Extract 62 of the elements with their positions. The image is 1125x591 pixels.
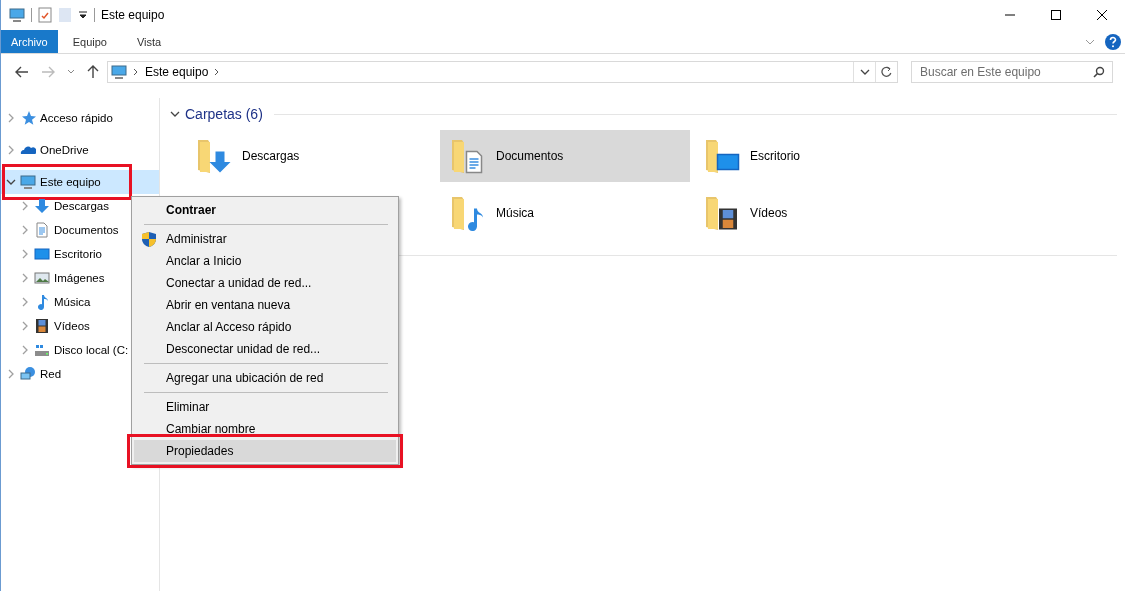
chevron-right-icon[interactable] bbox=[20, 225, 30, 235]
help-icon[interactable] bbox=[1105, 33, 1121, 50]
menu-item[interactable]: Eliminar bbox=[134, 396, 396, 418]
properties-icon[interactable] bbox=[38, 7, 52, 23]
folder-tile[interactable]: Documentos bbox=[440, 130, 690, 182]
forward-arrow-icon bbox=[41, 66, 55, 78]
ribbon-tab[interactable]: Archivo bbox=[1, 30, 58, 53]
drive-icon bbox=[34, 342, 50, 358]
close-icon bbox=[1097, 10, 1107, 20]
chevron-right-icon[interactable] bbox=[20, 321, 30, 331]
shield-icon bbox=[141, 231, 157, 248]
caret-icon bbox=[859, 68, 870, 76]
search-field[interactable]: Buscar en Este equipo bbox=[911, 61, 1113, 83]
menu-item[interactable]: Propiedades bbox=[134, 440, 396, 462]
up-arrow-icon bbox=[87, 65, 99, 79]
maximize-icon bbox=[1051, 10, 1061, 20]
folder-tile[interactable]: Vídeos bbox=[694, 187, 944, 239]
folder-tile[interactable]: Música bbox=[440, 187, 690, 239]
menu-item[interactable]: Cambiar nombre bbox=[134, 418, 396, 440]
chevron-down-icon[interactable] bbox=[6, 177, 16, 187]
chevron-right-icon[interactable] bbox=[6, 113, 16, 123]
star-icon bbox=[20, 110, 36, 126]
dropdown-icon[interactable] bbox=[78, 10, 88, 20]
document-icon bbox=[34, 222, 50, 238]
chevron-right-icon[interactable] bbox=[20, 201, 30, 211]
monitor-icon bbox=[20, 174, 36, 190]
search-icon bbox=[1093, 66, 1105, 78]
expand-ribbon-icon[interactable] bbox=[1085, 37, 1095, 46]
desktop-icon bbox=[717, 154, 739, 170]
chevron-right-icon[interactable] bbox=[20, 249, 30, 259]
download-arrow-icon bbox=[34, 198, 50, 214]
film-icon bbox=[34, 318, 50, 334]
window-title: Este equipo bbox=[101, 8, 165, 22]
tree-item[interactable]: Acceso rápido bbox=[1, 106, 159, 130]
folder-tile[interactable]: Escritorio bbox=[694, 130, 944, 182]
chevron-right-icon[interactable] bbox=[20, 297, 30, 307]
tree-item[interactable]: OneDrive bbox=[1, 138, 159, 162]
monitor-icon bbox=[111, 64, 127, 80]
folder-tile[interactable]: Descargas bbox=[186, 130, 436, 182]
tree-item[interactable]: Este equipo bbox=[1, 170, 159, 194]
network-icon bbox=[20, 366, 36, 382]
document-icon bbox=[466, 151, 482, 173]
chevron-right-icon[interactable] bbox=[6, 369, 16, 379]
caret-icon bbox=[67, 69, 75, 75]
film-icon bbox=[719, 208, 737, 230]
music-note-icon bbox=[468, 208, 483, 232]
chevron-right-icon bbox=[133, 68, 139, 76]
image-icon bbox=[34, 270, 50, 286]
address-bar[interactable]: Este equipo bbox=[107, 61, 898, 83]
ribbon-tab[interactable]: Vista bbox=[121, 30, 177, 53]
section-title: Carpetas (6) bbox=[185, 106, 263, 122]
chevron-right-icon bbox=[214, 68, 221, 76]
chevron-right-icon[interactable] bbox=[20, 345, 30, 355]
chevron-right-icon[interactable] bbox=[20, 273, 30, 283]
chevron-down-icon[interactable] bbox=[170, 109, 180, 119]
download-arrow-icon bbox=[209, 151, 231, 173]
refresh-icon bbox=[880, 66, 893, 78]
chevron-right-icon[interactable] bbox=[6, 145, 16, 155]
monitor-icon bbox=[9, 7, 25, 23]
back-arrow-icon bbox=[15, 66, 29, 78]
ribbon-tab[interactable]: Equipo bbox=[57, 30, 122, 53]
desktop-icon bbox=[34, 246, 50, 262]
